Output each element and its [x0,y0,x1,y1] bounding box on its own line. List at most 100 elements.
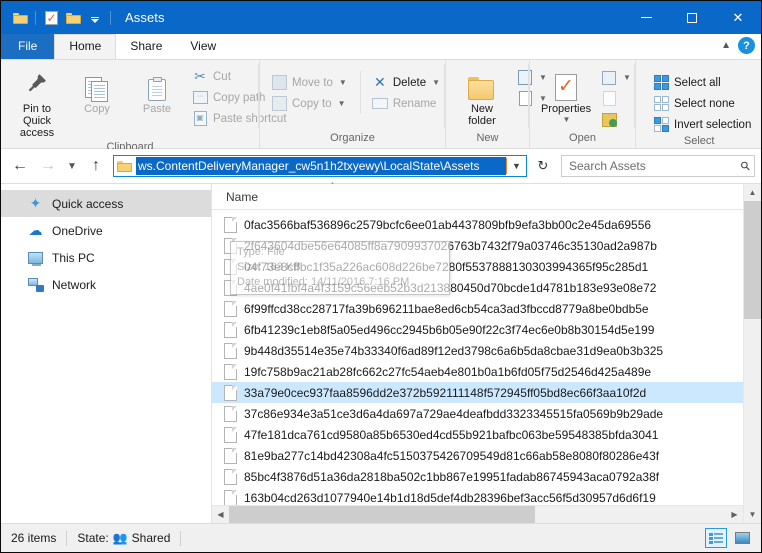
refresh-button[interactable]: ↻ [532,155,554,177]
table-row[interactable]: 33a79e0cec937faa8596dd2e372b592111148f57… [212,382,743,403]
sidebar-item-onedrive[interactable]: ☁ OneDrive [1,217,211,244]
vertical-scrollbar[interactable]: ▲ ▼ [743,184,761,523]
forward-button[interactable]: → [35,153,61,179]
paste-shortcut-icon: ▣ [192,111,208,127]
scroll-left-arrow-icon[interactable]: ◀ [212,506,229,523]
open-with-chevron-down-icon[interactable]: ▼ [623,73,631,82]
address-input[interactable]: ws.ContentDeliveryManager_cw5n1h2txyewy\… [136,157,506,175]
sidebar-item-label: Quick access [52,196,124,211]
qat-customize-chevron-down-icon[interactable] [84,7,106,29]
address-dropdown-chevron-down-icon[interactable]: ▼ [507,161,526,171]
sidebar-item-label: This PC [52,250,95,265]
details-view-button[interactable] [705,528,727,548]
status-state-label: State: [77,531,109,545]
large-icons-view-icon [734,532,750,544]
properties-icon: ✓ [555,67,577,101]
pin-to-quick-access-button[interactable]: Pin to Quick access [7,65,67,141]
vertical-scroll-thumb[interactable] [744,201,761,319]
table-row[interactable]: 47fe181dca761cd9580a85b6530ed4cd55b921ba… [212,424,743,445]
tab-view[interactable]: View [176,34,230,59]
horizontal-scrollbar[interactable]: ◀ ▶ [212,505,743,523]
recent-locations-chevron-down-icon[interactable]: ▼ [63,153,81,179]
sidebar-item-network[interactable]: Network [1,271,211,298]
table-row[interactable]: 2f643604dbe56e64085ff8a7909937026763b743… [212,235,743,256]
rename-button[interactable]: Rename [367,93,445,114]
delete-button[interactable]: ✕ Delete ▼ [367,72,445,93]
maximize-button[interactable] [669,1,715,34]
network-icon [27,276,44,293]
collapse-ribbon-chevron-up-icon[interactable]: ▲ [721,40,731,51]
edit-button[interactable] [596,88,636,109]
search-input[interactable]: Search Assets [569,159,741,173]
tab-file[interactable]: File [1,34,55,59]
table-row[interactable]: 04f73e8cffbc1f35a226ac608d226be7280f5537… [212,256,743,277]
clipboard-buttons: Pin to Quick access Copy Paste ✂ Cut ⋯ C… [1,63,287,141]
file-name: 47fe181dca761cd9580a85b6530ed4cd55b921ba… [244,427,659,442]
qat-properties-icon[interactable]: ✓ [40,7,62,29]
tab-share[interactable]: Share [116,34,176,59]
horizontal-scroll-thumb[interactable] [229,506,535,523]
invert-selection-button[interactable]: Invert selection [648,114,756,135]
qat-folder-icon[interactable] [9,7,31,29]
scroll-right-arrow-icon[interactable]: ▶ [726,506,743,523]
file-icon [224,426,237,443]
file-icon [224,279,237,296]
help-icon[interactable]: ? [738,37,755,54]
table-row[interactable]: 4ae0f41fbf4a4f3159c56eeb52b3d213880450d7… [212,277,743,298]
sidebar-item-this-pc[interactable]: This PC [1,244,211,271]
large-icons-view-button[interactable] [731,528,753,548]
table-row[interactable]: 85bc4f3876d51a36da2818ba502c1bb867e19951… [212,466,743,487]
file-icon [224,384,237,401]
select-none-label: Select none [674,97,735,110]
select-none-button[interactable]: Select none [648,93,756,114]
scroll-up-arrow-icon[interactable]: ▲ [744,184,761,201]
properties-button[interactable]: ✓ Properties ▼ [536,65,596,126]
vertical-scroll-track[interactable] [744,201,761,506]
back-button[interactable]: ← [7,153,33,179]
file-icon [224,237,237,254]
qat-new-folder-icon[interactable] [62,7,84,29]
column-header-name[interactable]: Name [212,190,258,204]
organize-right-column: ✕ Delete ▼ Rename [359,71,445,114]
file-icon [224,342,237,359]
delete-chevron-down-icon[interactable]: ▼ [432,78,440,87]
copy-to-button[interactable]: Copy to ▼ [266,93,352,114]
copy-to-chevron-down-icon[interactable]: ▼ [338,99,346,108]
ribbon-tabs: File Home Share View ▲ ? [1,34,761,60]
select-all-button[interactable]: Select all [648,72,756,93]
paste-button[interactable]: Paste [127,65,187,117]
up-button[interactable]: ↑ [83,153,109,179]
open-with-button[interactable]: ▼ [596,67,636,88]
copy-button[interactable]: Copy [67,65,127,117]
file-icon [224,447,237,464]
table-row[interactable]: 6fb41239c1eb8f5a05ed496cc2945b6b05e90f22… [212,319,743,340]
sidebar-item-label: Network [52,277,97,292]
table-row[interactable]: 163b04cd263d1077940e14b1d18d5def4db28396… [212,487,743,505]
move-to-button[interactable]: Move to ▼ [266,72,352,93]
minimize-button[interactable] [623,1,669,34]
invert-selection-label: Invert selection [674,118,752,131]
scroll-down-arrow-icon[interactable]: ▼ [744,506,761,523]
new-folder-button[interactable]: New folder [452,65,512,129]
copy-label: Copy [84,103,110,115]
table-row[interactable]: 81e9ba277c14bd42308a4fc5150375426709549d… [212,445,743,466]
table-row[interactable]: 37c86e934e3a51ce3d6a4da697a729ae4deafbdd… [212,403,743,424]
navigation-bar: ← → ▼ ↑ ws.ContentDeliveryManager_cw5n1h… [1,149,761,189]
table-row[interactable]: 19fc758b9ac21ab28fc662c27fc54aeb4e801b0a… [212,361,743,382]
address-bar[interactable]: ws.ContentDeliveryManager_cw5n1h2txyewy\… [113,155,527,177]
horizontal-scroll-track[interactable] [229,506,726,523]
status-divider-2 [180,530,182,546]
table-row[interactable]: 9b448d35514e35e74b33340f6ad89f12ed3798c6… [212,340,743,361]
move-to-chevron-down-icon[interactable]: ▼ [339,78,347,87]
tab-home[interactable]: Home [54,34,117,59]
sidebar-item-quick-access[interactable]: ✦ Quick access [1,190,211,217]
table-row[interactable]: 0fac3566baf536896c2579bcfc6ee01ab4437809… [212,214,743,235]
search-box[interactable]: Search Assets ⚲ [561,155,755,177]
new-folder-label: New folder [468,103,496,127]
status-divider [66,530,68,546]
close-button[interactable]: ✕ [715,1,761,34]
history-button[interactable] [596,109,636,130]
properties-chevron-down-icon[interactable]: ▼ [563,115,571,124]
status-state: State: 👥 Shared [77,531,180,545]
table-row[interactable]: 6f99ffcd38cc28717fa39b696211bae8ed6cb54c… [212,298,743,319]
